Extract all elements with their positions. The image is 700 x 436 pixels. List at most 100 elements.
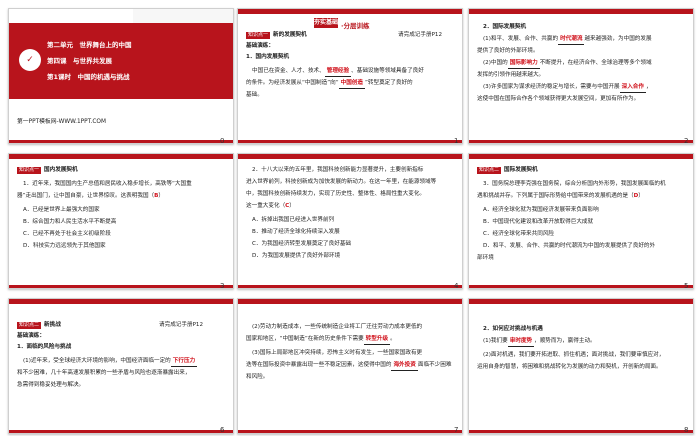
question-line-1: 3．国务院总理李克强在国务院，综合分析国内外形势，我国发展面临的机 (483, 181, 666, 187)
question-line-1: 2．十八大以来的五年里，我国科技创新能力显著提升，主要创新指标 (252, 167, 424, 173)
option-d: D．和平、发展、合作、共赢的时代潮流为中国的发展提供了良好的外 (483, 243, 656, 249)
slide-thumbnail-0[interactable]: ✓ 第二单元 世界舞台上的中国 第四课 与世界共发展 第1课时 中国的机遇与挑战… (8, 8, 234, 144)
para-line-1: (1)我们要 审时度势 ，顺势而为，赢得主动。 (483, 337, 596, 347)
option-d: D．为我国发展提供了良好外部环境 (252, 253, 341, 259)
para-line-6: 这使中国在国际合作各个领域获得更大发展空间，更加有所作为。 (477, 96, 640, 102)
bottom-bar (9, 140, 233, 143)
reference: 请完成记手册P12 (159, 322, 204, 328)
point-title: 2．国际发展契机 (483, 24, 527, 30)
slide-thumbnail-2[interactable]: 2．国际发展契机 (1)和平、发展、合作、共赢的 时代潮流 越来越强劲，为中国的发展… (468, 8, 694, 144)
para-line-2: 的条件。为经济发展从“中国制造”向“ 中国创造 ”转型奠定了良好的 (246, 79, 413, 89)
top-bar (238, 9, 462, 14)
option-a: A．拆掉出我国已经进入世界前列 (252, 217, 335, 223)
bottom-bar (469, 285, 693, 288)
header-badge: 夯实基础 (314, 18, 339, 28)
para-line-5: 和风险。 (246, 374, 269, 380)
slide-number: 8 (684, 426, 689, 434)
slide-number: 3 (220, 282, 225, 290)
slide-number: 4 (454, 282, 459, 290)
slide-thumbnail-6[interactable]: 知识点二 新挑战 请完成记手册P12 基础演练： 1．面临的风险与挑战 (1)近年… (8, 298, 234, 434)
heading-row: 知识点一 国内发展契机 (17, 167, 78, 174)
para-line-2: 国家和地区，“中国制造”在新的历史条件下需要 转型升级。 (246, 335, 396, 345)
slide-number: 5 (684, 282, 689, 290)
reference: 请完成记手册P12 (398, 32, 443, 38)
slide-thumbnail-1[interactable]: 夯实基础 ·分层训练 知识点一 新的发展契机 请完成记手册P12 基础演练： 1．… (237, 8, 463, 144)
check-icon: ✓ (19, 49, 41, 71)
bottom-bar (238, 140, 462, 143)
option-c: C．已经不再处于社会主义初级阶段 (23, 231, 111, 237)
option-c: C．为我国经济转型发展奠定了良好基础 (252, 241, 352, 247)
para-line-1: 中国已在资金、人才、技术、 管理经验 、基础设施等领域具备了良好 (252, 67, 424, 77)
top-bar (238, 154, 462, 159)
top-bar (469, 299, 693, 304)
option-b: B．推动了经济全球化持续深入发展 (252, 229, 340, 235)
heading-row: 知识点二 国际发展契机 (477, 167, 538, 174)
point-title: 2．如何应对挑战与机遇 (483, 326, 543, 332)
slide-number: 2 (684, 137, 689, 145)
question-line-4: 这一重大变化（C） (246, 203, 295, 209)
section-title: 第1课时 中国的机遇与挑战 (47, 73, 130, 81)
header-title: ·分层训练 (341, 22, 370, 30)
lesson-title: 第四课 与世界共发展 (47, 57, 112, 65)
question-line-3: 中，我国科技创新持续发力，实现了历史性、整体性、格局性重大变化。 (246, 191, 426, 197)
para-line-1: (1)和平、发展、合作、共赢的 时代潮流 越来越强劲，为中国的发展 (483, 35, 652, 45)
para-line-2: (2)面对机遇，我们要开拓进取、抓住机遇；面对挑战，我们要审慎应对， (483, 352, 665, 358)
top-bar (238, 299, 462, 304)
para-line-3: 基础。 (246, 92, 263, 98)
point-title: 1．面临的风险与挑战 (17, 344, 72, 350)
point-title: 1．国内发展契机 (246, 54, 290, 60)
slide-thumbnail-4[interactable]: 2．十八大以来的五年里，我国科技创新能力显著提升，主要创新指标 进入世界前列，科… (237, 153, 463, 289)
bottom-bar (238, 285, 462, 288)
slide-thumbnail-8[interactable]: 2．如何应对挑战与机遇 (1)我们要 审时度势 ，顺势而为，赢得主动。 (2)面对机… (468, 298, 694, 434)
unit-title: 第二单元 世界舞台上的中国 (47, 41, 132, 49)
para-line-4: 迭等在国际投资中暴露出现一些不稳定因素，这使得中国的 海外投资 面临不少困难 (246, 361, 451, 371)
title-band (9, 23, 233, 99)
option-c: C．经济全球化带来共同风险 (483, 231, 555, 237)
para-line-3: 急需得到稳妥处理与解决。 (17, 382, 85, 388)
subheading: 基础演练： (246, 43, 274, 49)
slide-sorter-grid: ✓ 第二单元 世界舞台上的中国 第四课 与世界共发展 第1课时 中国的机遇与挑战… (0, 0, 700, 436)
slide-thumbnail-3[interactable]: 知识点一 国内发展契机 1．近年来，我国国内生产总值和居民收入稳步增长，高铁等“大… (8, 153, 234, 289)
para-line-3: 运用自身的智慧，将困难和挑战转化为发展的动力和契机，开创新的局面。 (477, 364, 662, 370)
para-line-2: 提供了良好的外部环境。 (477, 48, 539, 54)
heading-row: 知识点二 新挑战 (17, 322, 61, 329)
option-b: B．中国现代化建设和改革开放取得巨大成就 (483, 219, 594, 225)
subheading: 基础演练： (17, 333, 45, 339)
option-b: B．综合国力和人民生活水平不断提高 (23, 219, 117, 225)
slide-thumbnail-5[interactable]: 知识点二 国际发展契机 3．国务院总理李克强在国务院，综合分析国内外形势，我国发展… (468, 153, 694, 289)
para-line-2: 和不少困难，几十年高速发展积累的一些矛盾与风险也逐渐暴露出来， (17, 370, 191, 376)
question-line-1: 1．近年来，我国国内生产总值和居民收入稳步增长，高铁等“大国重 (23, 181, 192, 187)
option-d-cont: 部环境 (477, 255, 494, 261)
slide-number: 7 (454, 426, 459, 434)
para-line-4: 发挥的引领作用越来越大。 (477, 72, 545, 78)
top-decor (133, 9, 233, 23)
para-line-5: (3)许多国家为谋求经济的稳定与增长，需要与中国开展 深入合作， (483, 83, 652, 93)
top-bar (9, 299, 233, 304)
heading-row: 知识点一 新的发展契机 (246, 31, 307, 40)
option-a: A．已经是世界上最强大的国家 (23, 207, 100, 213)
knowledge-tag: 知识点一 (246, 32, 271, 39)
footer-text: 第一PPT模板网-WWW.1PPT.COM (17, 119, 106, 125)
para-line-3: (3)国际上局部地区冲突持续，恐怖主义时有发生，一些国家国政有更 (252, 350, 423, 356)
slide-thumbnail-7[interactable]: (2)劳动力制造成本，一些传统制造企业将工厂迁往劳动力成本更低的 国家和地区，“… (237, 298, 463, 434)
bottom-bar (469, 430, 693, 433)
question-line-2: 遇和挑战并存。下列属于国际形势给中国带来的发展机遇的是（D） (477, 193, 644, 199)
slide-number: 6 (220, 426, 225, 434)
bottom-bar (9, 430, 233, 433)
top-bar (469, 154, 693, 159)
slide-number: 0 (220, 137, 225, 145)
slide-number: 1 (454, 137, 459, 145)
para-line-1: (1)近年来，受全球经济大环境的影响，中国经济面临一定的 下行压力 (23, 357, 198, 367)
para-line-3: (2)中国的 国际影响力 不断提升，在经济合作、全球治理等多个领域 (483, 59, 652, 69)
bottom-bar (9, 285, 233, 288)
top-bar (469, 9, 693, 14)
heading: 新的发展契机 (273, 32, 307, 38)
option-d: D．科技实力远远领先于其他国家 (23, 243, 106, 249)
option-a: A．经济全球化就为我国经济发展带来负面影响 (483, 207, 599, 213)
bottom-bar (238, 430, 462, 433)
bottom-bar (469, 140, 693, 143)
top-bar (9, 154, 233, 159)
para-line-1: (2)劳动力制造成本，一些传统制造企业将工厂迁往劳动力成本更低的 (252, 324, 423, 330)
question-line-2: 进入世界前列，科技创新成为加快发展的新动力。在这一年里，在能源领域等 (246, 179, 437, 185)
question-line-2: 器”走出国门，让中国自豪，让世界惊叹。这表明我国（B） (17, 193, 165, 199)
